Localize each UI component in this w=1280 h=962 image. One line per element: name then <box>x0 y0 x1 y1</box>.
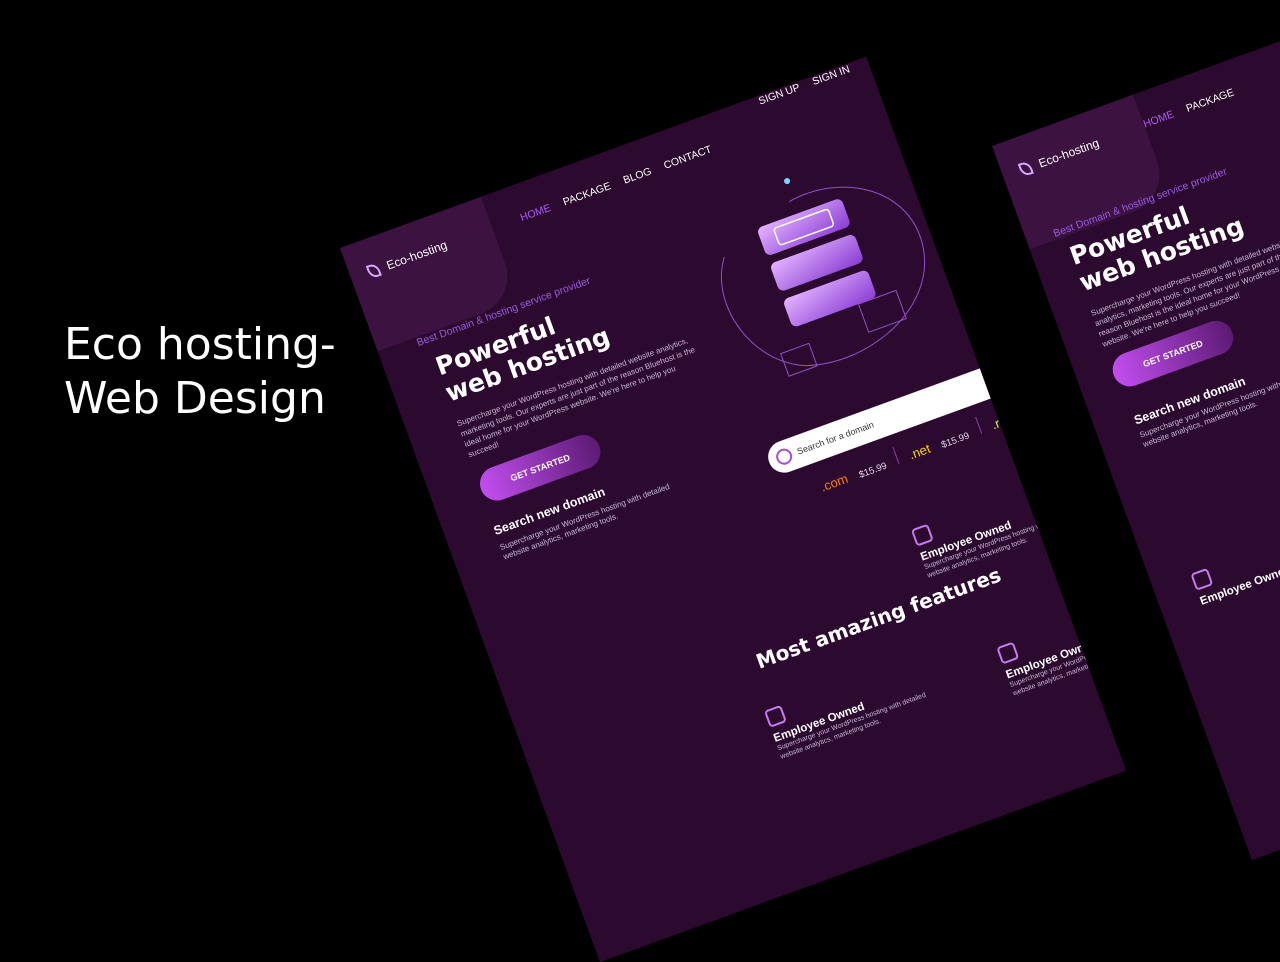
main-nav: HOME PACKAGE <box>1142 86 1236 130</box>
nav-home[interactable]: HOME <box>519 202 553 224</box>
signin-link[interactable]: SIGN IN <box>811 63 852 88</box>
nav-package[interactable]: PACKAGE <box>1185 86 1236 114</box>
search-button[interactable] <box>1011 353 1042 384</box>
search-input[interactable]: Search for a domain <box>796 419 876 456</box>
feature-card: Employee Owned Supercharge your WordPres… <box>763 655 938 762</box>
auth-links: SIGN UP SIGN IN <box>757 63 852 107</box>
price-value-com: $15.99 <box>857 460 889 481</box>
price-ext-rog: .rog <box>989 410 1016 433</box>
cover-title-line1: Eco hosting- <box>64 319 336 370</box>
feature-card: Employee Owned Supercharge your WordPres… <box>996 591 1126 698</box>
price-separator <box>975 416 983 434</box>
logo-corner <box>340 196 519 352</box>
nav-package[interactable]: PACKAGE <box>561 180 612 208</box>
server-rack-icon <box>910 523 934 547</box>
server-rack-icon <box>1190 567 1214 591</box>
feature-title: Employee Owned <box>1198 563 1280 608</box>
server-illustration <box>720 178 926 377</box>
nav-blog[interactable]: BLOG <box>622 165 654 186</box>
cloud-network-icon <box>763 704 787 728</box>
cover-title: Eco hosting- Web Design <box>64 318 336 426</box>
signup-link[interactable]: SIGN UP <box>757 81 802 107</box>
price-ext-com: .com <box>818 470 850 495</box>
features-title: Most amazing features <box>752 562 1005 674</box>
price-ext-net: .net <box>906 440 933 463</box>
price-value-net: $15.99 <box>939 430 971 451</box>
feature-card: Employee Owned <box>1190 541 1280 608</box>
nav-home[interactable]: HOME <box>1142 108 1176 130</box>
globe-icon <box>773 446 795 467</box>
feature-card: Employee Owned Supercharge your WordPres… <box>910 473 1085 580</box>
price-value-rog: $15.99 <box>1023 400 1055 421</box>
cover-title-line2: Web Design <box>64 373 326 424</box>
nav-contact[interactable]: CONTACT <box>662 143 713 171</box>
price-separator <box>892 446 900 464</box>
database-icon <box>996 641 1020 665</box>
